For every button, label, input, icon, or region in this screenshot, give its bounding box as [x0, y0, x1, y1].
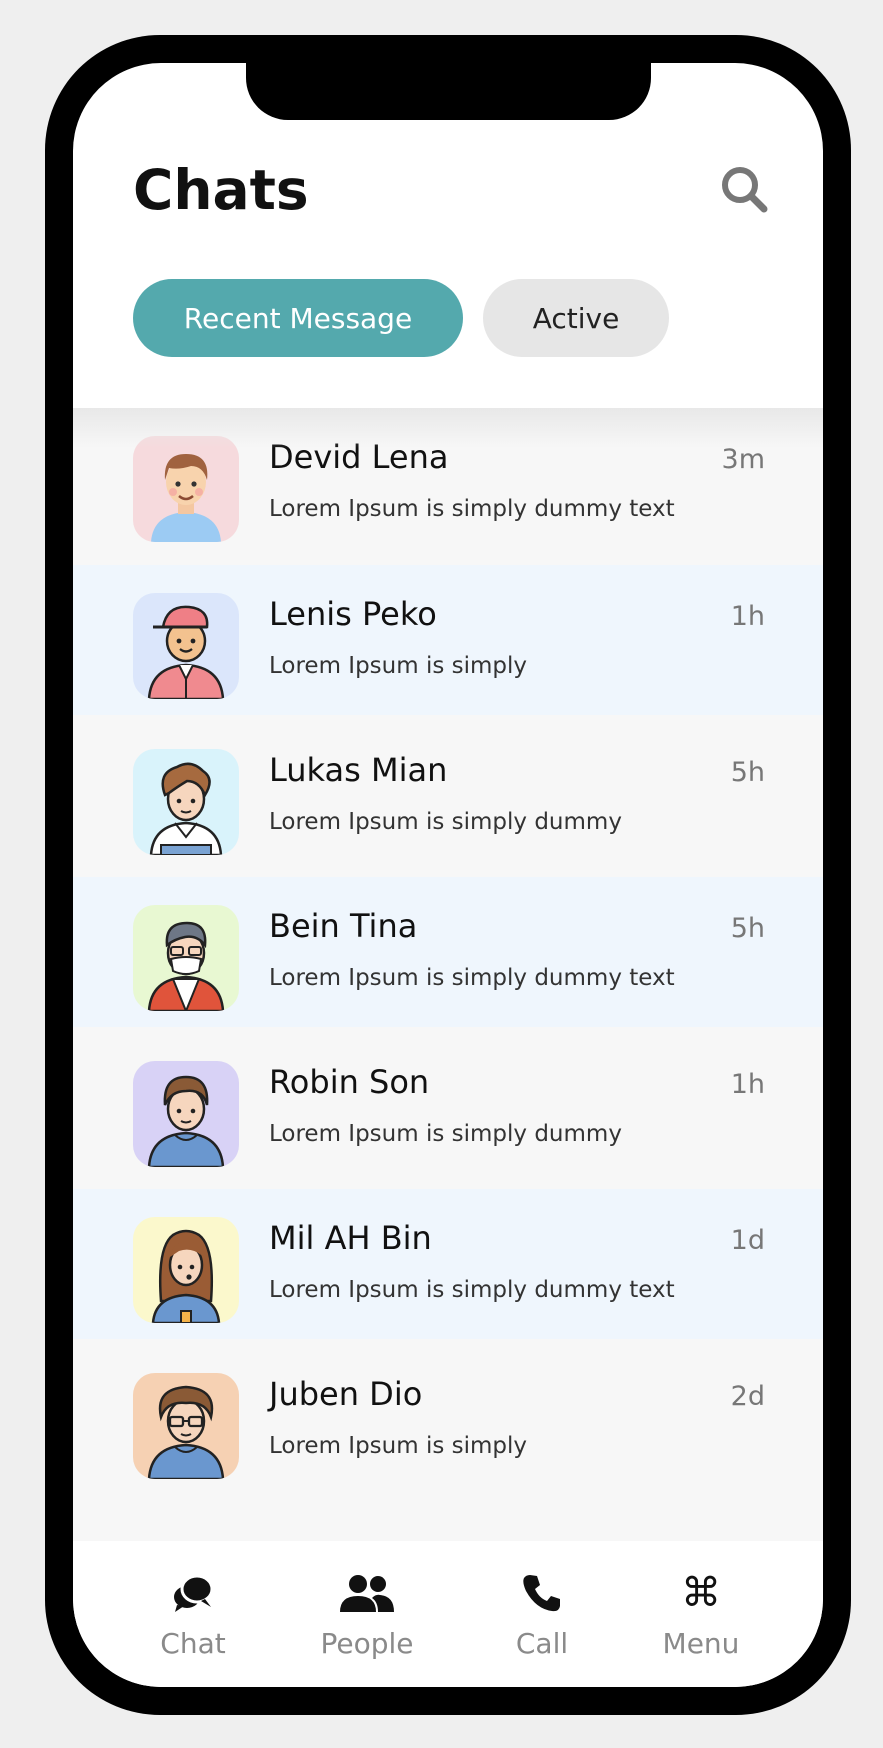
chat-row-devid-lena[interactable]: Devid Lena Lorem Ipsum is simply dummy t…: [73, 408, 823, 558]
message-time: 5h: [730, 913, 765, 944]
message-time: 1h: [730, 1069, 765, 1100]
message-time: 1d: [730, 1225, 765, 1256]
contact-name: Devid Lena: [269, 438, 449, 476]
person-avatar-icon: [151, 454, 221, 542]
avatar: [133, 749, 239, 855]
chat-row-bein-tina[interactable]: Bein Tina Lorem Ipsum is simply dummy te…: [73, 877, 823, 1027]
tab-active[interactable]: Active: [483, 279, 669, 357]
chat-row-lukas-mian[interactable]: Lukas Mian Lorem Ipsum is simply dummy 5…: [73, 721, 823, 871]
nav-call[interactable]: Call: [467, 1541, 617, 1687]
contact-name: Juben Dio: [269, 1375, 423, 1413]
message-time: 3m: [721, 444, 765, 475]
contact-name: Mil AH Bin: [269, 1219, 432, 1257]
person-avatar-icon: [147, 1075, 225, 1167]
chat-row-lenis-peko[interactable]: Lenis Peko Lorem Ipsum is simply 1h: [73, 565, 823, 715]
command-icon: ⌘: [681, 1570, 721, 1616]
person-long-hair-avatar-icon: [151, 1229, 221, 1323]
message-preview: Lorem Ipsum is simply dummy text: [269, 496, 675, 522]
message-preview: Lorem Ipsum is simply dummy: [269, 1121, 622, 1147]
contact-name: Robin Son: [269, 1063, 430, 1101]
avatar: [133, 1061, 239, 1167]
chat-row-juben-dio[interactable]: Juben Dio Lorem Ipsum is simply 2d: [73, 1345, 823, 1495]
notch: [246, 63, 651, 120]
nav-menu[interactable]: ⌘ Menu: [626, 1541, 776, 1687]
message-preview: Lorem Ipsum is simply: [269, 653, 528, 679]
search-icon: [722, 167, 768, 213]
person-mask-avatar-icon: [147, 921, 225, 1011]
avatar: [133, 436, 239, 542]
chat-row-mil-ah-bin[interactable]: Mil AH Bin Lorem Ipsum is simply dummy t…: [73, 1189, 823, 1339]
person-curly-avatar-icon: [149, 762, 223, 855]
nav-label: People: [320, 1627, 414, 1660]
nav-label: Chat: [160, 1627, 226, 1660]
message-preview: Lorem Ipsum is simply dummy text: [269, 965, 675, 991]
avatar: [133, 1373, 239, 1479]
contact-name: Bein Tina: [269, 907, 418, 945]
avatar: [133, 593, 239, 699]
chat-row-robin-son[interactable]: Robin Son Lorem Ipsum is simply dummy 1h: [73, 1033, 823, 1183]
chat-list: Devid Lena Lorem Ipsum is simply dummy t…: [73, 408, 823, 1541]
phone-frame: Chats Recent Message Active Devid Lena L…: [45, 35, 851, 1715]
avatar: [133, 1217, 239, 1323]
nav-label: Menu: [662, 1627, 740, 1660]
message-preview: Lorem Ipsum is simply dummy text: [269, 1277, 675, 1303]
message-time: 2d: [730, 1381, 765, 1412]
chat-bubbles-icon: [163, 1571, 223, 1615]
contact-name: Lukas Mian: [269, 751, 448, 789]
message-time: 5h: [730, 757, 765, 788]
message-preview: Lorem Ipsum is simply dummy: [269, 809, 622, 835]
nav-chat[interactable]: Chat: [118, 1541, 268, 1687]
avatar: [133, 905, 239, 1011]
bottom-nav: Chat People Call ⌘ Menu: [73, 1541, 823, 1687]
phone-icon: [512, 1571, 572, 1615]
nav-label: Call: [515, 1627, 569, 1660]
message-time: 1h: [730, 601, 765, 632]
tab-recent-message[interactable]: Recent Message: [133, 279, 463, 357]
people-icon: [337, 1571, 397, 1615]
search-button[interactable]: [718, 163, 770, 215]
nav-people[interactable]: People: [292, 1541, 442, 1687]
message-preview: Lorem Ipsum is simply: [269, 1433, 528, 1459]
page-title: Chats: [133, 158, 309, 222]
screen: Chats Recent Message Active Devid Lena L…: [73, 63, 823, 1687]
contact-name: Lenis Peko: [269, 595, 437, 633]
person-glasses-avatar-icon: [147, 1385, 225, 1479]
person-cap-avatar-icon: [147, 605, 225, 699]
